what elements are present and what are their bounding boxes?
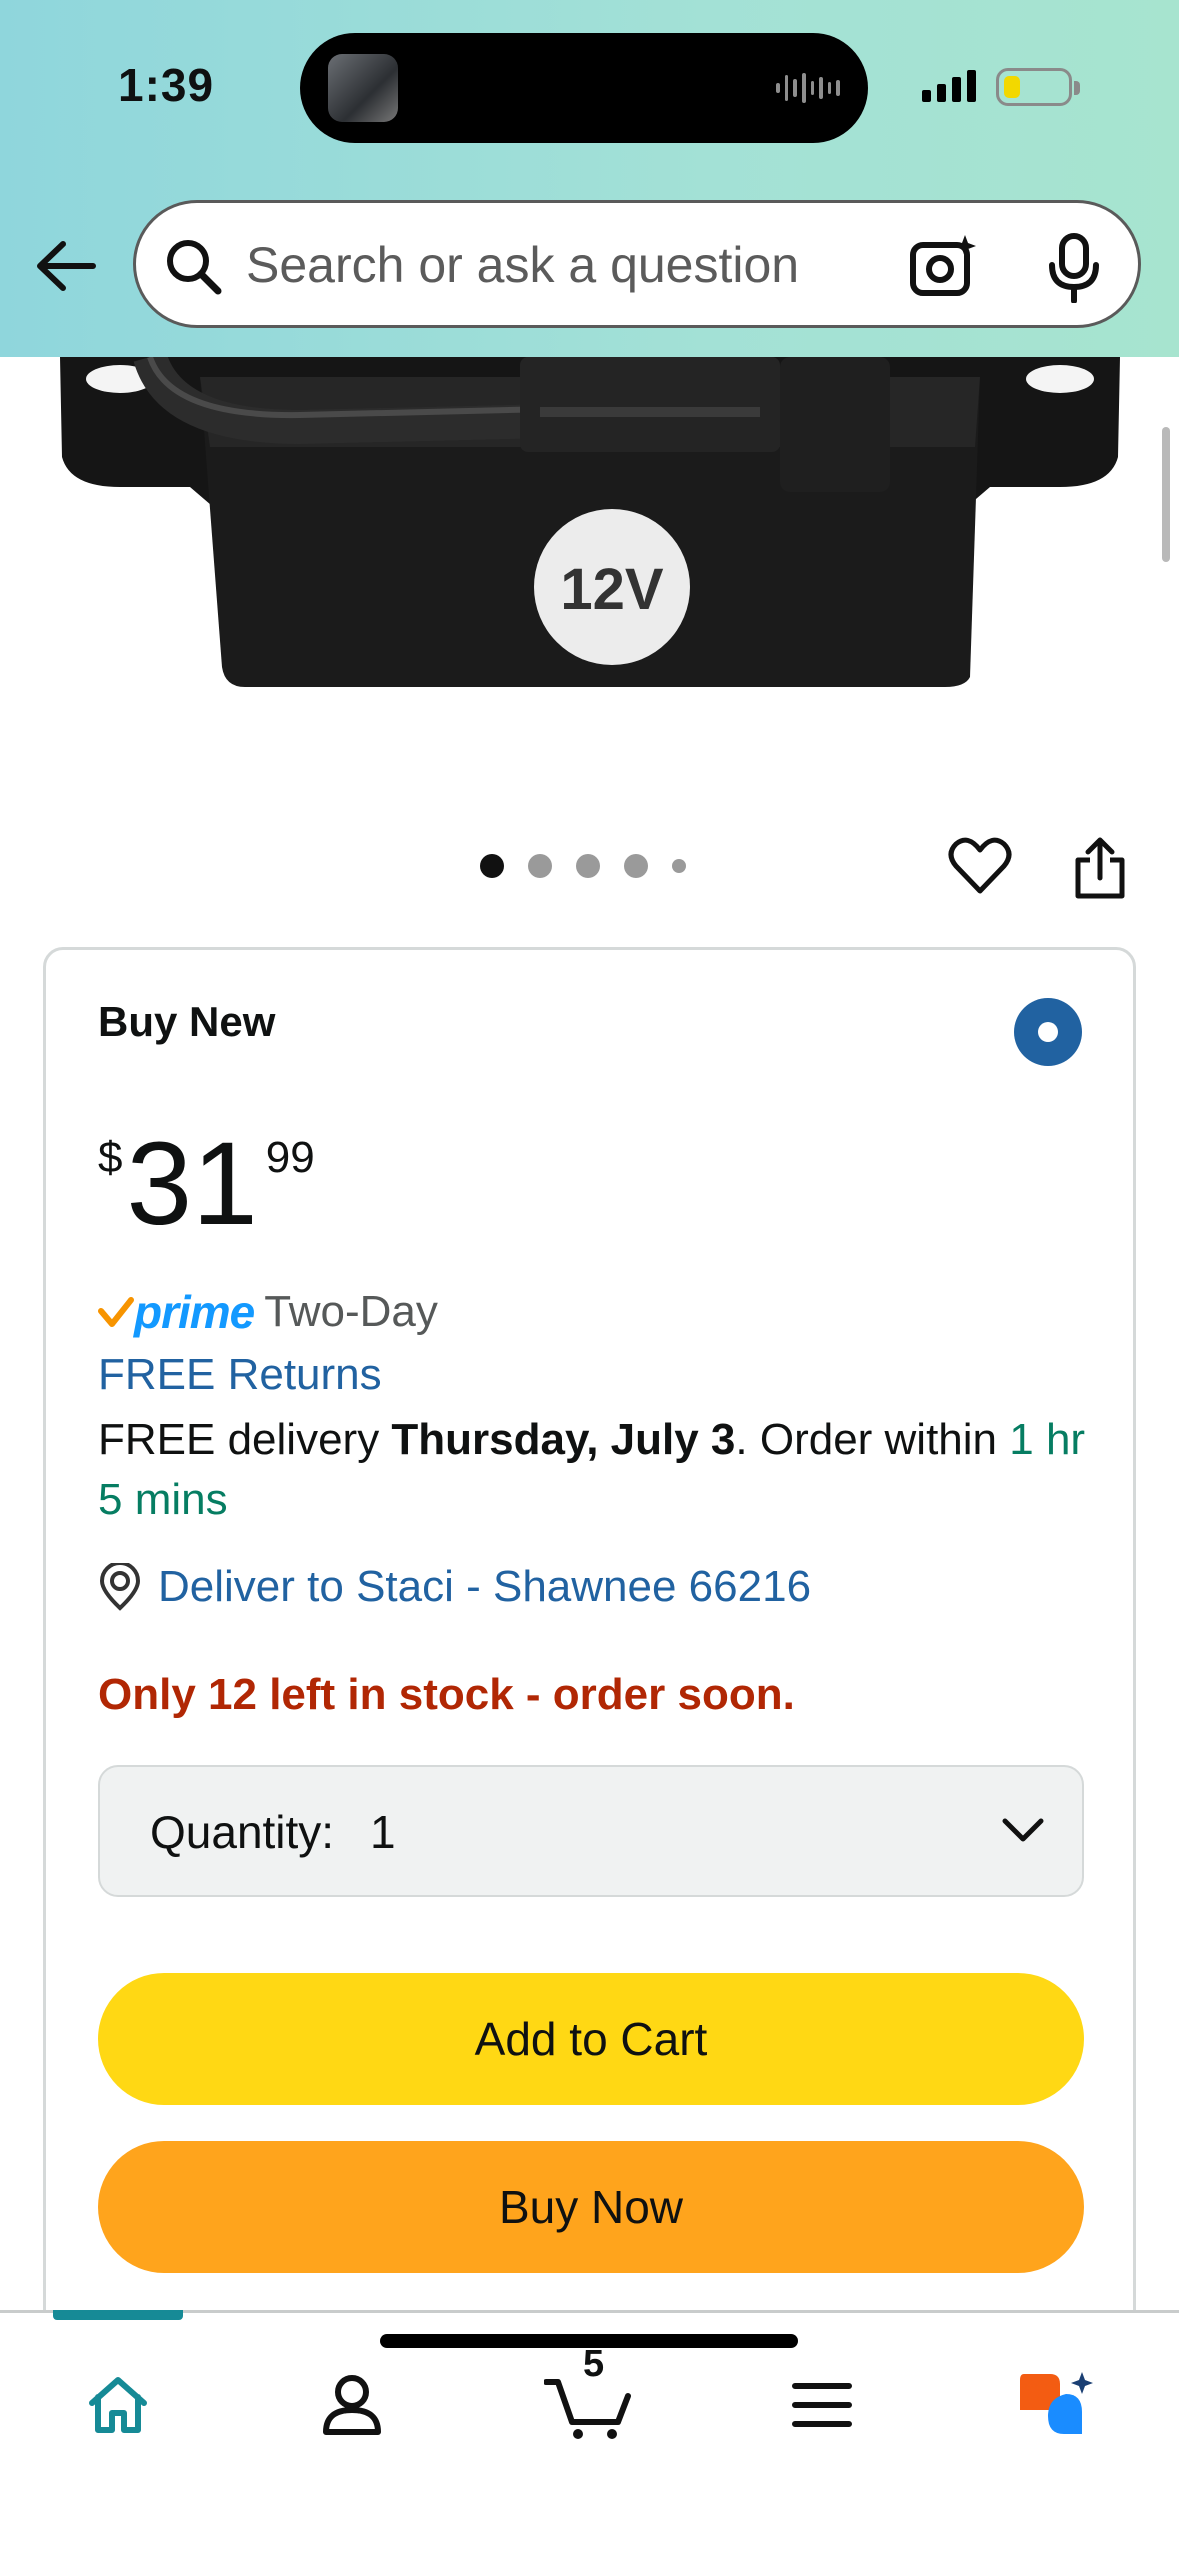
image-pagination[interactable] xyxy=(480,854,686,878)
delivery-estimate: FREE delivery Thursday, July 3. Order wi… xyxy=(98,1410,1098,1530)
quantity-label: Quantity: xyxy=(150,1806,335,1858)
top-bar: 1:39 xyxy=(0,0,1179,357)
buy-new-radio[interactable] xyxy=(1014,998,1082,1066)
voltage-badge: 12V xyxy=(560,557,664,622)
pagination-dot[interactable] xyxy=(576,854,600,878)
chevron-down-icon xyxy=(1002,1818,1044,1842)
quantity-select[interactable]: Quantity: 1 xyxy=(98,1765,1084,1897)
nav-menu[interactable] xyxy=(772,2355,872,2455)
pagination-dot-active[interactable] xyxy=(480,854,504,878)
search-icon xyxy=(167,240,222,295)
cart-count-badge: 5 xyxy=(583,2343,605,2385)
quantity-value: 1 xyxy=(370,1806,396,1858)
pagination-dot[interactable] xyxy=(528,854,552,878)
search-input[interactable] xyxy=(246,233,946,297)
account-icon xyxy=(323,2375,381,2435)
delivery-mid: . Order within xyxy=(735,1415,1010,1464)
home-indicator[interactable] xyxy=(380,2334,798,2348)
product-image[interactable]: 12V xyxy=(0,357,1179,757)
search-bar[interactable] xyxy=(133,200,1141,328)
back-arrow-icon xyxy=(37,241,96,291)
home-icon xyxy=(89,2377,147,2433)
status-time: 1:39 xyxy=(118,59,215,111)
back-button[interactable] xyxy=(30,230,102,302)
nav-rufus[interactable] xyxy=(1006,2355,1106,2455)
delivery-prefix: FREE delivery xyxy=(98,1415,392,1464)
price-whole: 31 xyxy=(126,1118,258,1250)
active-tab-indicator xyxy=(53,2310,183,2320)
camera-lens-icon[interactable] xyxy=(909,233,979,299)
pagination-dot[interactable] xyxy=(672,859,686,873)
nav-account[interactable] xyxy=(302,2355,402,2455)
deliver-to-link[interactable]: Deliver to Staci - Shawnee 66216 xyxy=(98,1562,811,1612)
rufus-assistant-icon xyxy=(1020,2372,1093,2434)
stock-warning: Only 12 left in stock - order soon. xyxy=(98,1670,795,1719)
prime-check-icon xyxy=(98,1297,134,1327)
free-returns-link[interactable]: FREE Returns xyxy=(98,1350,382,1400)
price-fraction: 99 xyxy=(265,1133,315,1182)
now-playing-artwork xyxy=(328,54,398,122)
dynamic-island[interactable] xyxy=(300,33,868,143)
audio-waveform-icon xyxy=(776,71,840,105)
nav-home[interactable] xyxy=(68,2355,168,2455)
pagination-dot[interactable] xyxy=(624,854,648,878)
scrollbar[interactable] xyxy=(1162,427,1170,562)
delivery-date: Thursday, July 3 xyxy=(391,1415,736,1464)
ignition-coil-image: 12V xyxy=(60,357,1120,687)
microphone-icon[interactable] xyxy=(1046,233,1102,303)
location-pin-icon xyxy=(99,1563,141,1611)
add-to-cart-button[interactable]: Add to Cart xyxy=(98,1973,1084,2105)
shipping-speed: Two-Day xyxy=(264,1287,438,1336)
buy-box: Buy New $ 31 99 prime Two-Day FREE Retur… xyxy=(43,947,1136,2367)
price: $ 31 99 xyxy=(98,1125,315,1243)
buy-now-button[interactable]: Buy Now xyxy=(98,2141,1084,2273)
menu-icon xyxy=(792,2383,852,2427)
share-icon[interactable] xyxy=(1072,836,1128,900)
price-symbol: $ xyxy=(98,1133,123,1182)
heart-icon[interactable] xyxy=(948,836,1012,896)
deliver-to-text[interactable]: Deliver to Staci - Shawnee 66216 xyxy=(158,1562,811,1612)
cellular-signal-icon xyxy=(922,70,976,102)
buy-new-label: Buy New xyxy=(98,998,276,1045)
battery-icon xyxy=(996,68,1080,106)
prime-logo-text: prime xyxy=(134,1286,255,1338)
prime-badge: prime Two-Day xyxy=(98,1285,438,1339)
